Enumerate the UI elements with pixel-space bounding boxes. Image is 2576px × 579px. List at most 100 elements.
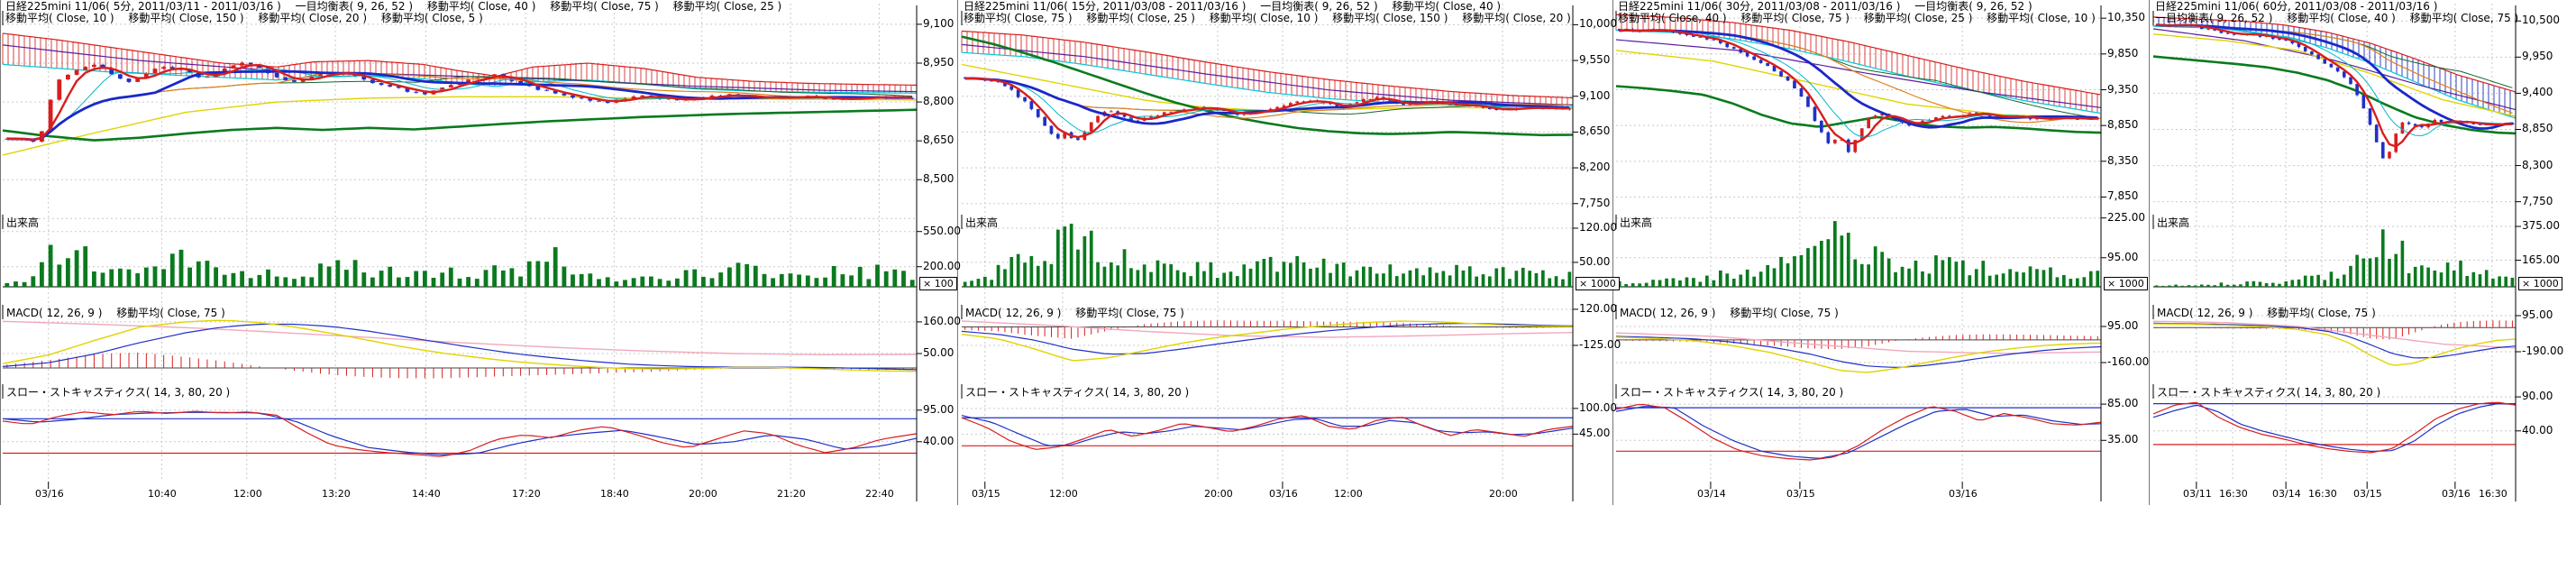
volume-bar <box>580 274 584 287</box>
volume-bar <box>1030 256 1034 287</box>
volume-bar <box>1063 226 1066 287</box>
volume-bar <box>1901 267 1905 287</box>
chart-panel-30min[interactable]: 日経225mini 11/06( 30分, 2011/03/08 - 2011/… <box>1612 0 2150 505</box>
volume-bar <box>2035 269 2039 287</box>
chart-panel-15min[interactable]: 日経225mini 11/06( 15分, 2011/03/08 - 2011/… <box>957 0 1613 505</box>
candle-body <box>1759 60 1763 63</box>
volume-bar <box>397 278 401 287</box>
volume-bar <box>1793 256 1796 287</box>
volume-bar <box>2465 276 2469 287</box>
volume-bar <box>118 269 123 287</box>
volume-bar <box>1315 268 1319 287</box>
candle-body <box>1793 80 1796 88</box>
volume-bar <box>1494 269 1498 288</box>
candle-body <box>379 83 384 85</box>
volume-bar <box>1672 279 1676 288</box>
candle-body <box>1746 52 1749 56</box>
chart-canvas[interactable] <box>1 0 958 505</box>
volume-bar <box>658 279 662 287</box>
macd-axis-label: -160.00 <box>2107 356 2149 367</box>
volume-bar <box>14 281 18 287</box>
volume-bar <box>2291 280 2295 287</box>
volume-bar <box>57 264 61 287</box>
volume-bar <box>2310 276 2314 287</box>
volume-bar <box>1948 257 1951 287</box>
volume-bar <box>597 279 601 287</box>
volume-bar <box>1521 268 1525 287</box>
price-axis-label: 8,500 <box>923 173 954 184</box>
volume-bar <box>2029 266 2032 287</box>
volume-bar <box>544 262 549 287</box>
candle-body <box>2349 78 2352 85</box>
volume-bar <box>501 271 506 287</box>
stoch-axis-label: 85.00 <box>2107 398 2138 409</box>
time-axis-label: 16:30 <box>2308 488 2337 500</box>
stoch-percent-k-line <box>3 411 917 456</box>
chart-canvas[interactable] <box>958 0 1613 505</box>
volume-bar <box>1096 262 1100 287</box>
volume-bar <box>1322 259 1326 287</box>
candle-body <box>388 85 392 87</box>
volume-bar <box>1535 273 1539 287</box>
volume-bar <box>2168 286 2171 288</box>
chart-panel-5min[interactable]: 日経225mini 11/06( 5分, 2011/03/11 - 2011/0… <box>0 0 958 505</box>
volume-bar <box>1806 248 1810 287</box>
volume-bar <box>1685 278 1689 288</box>
moving-average-75 <box>1620 30 2098 117</box>
volume-bar <box>2188 285 2191 287</box>
stoch-axis-label: 40.00 <box>2522 425 2553 436</box>
moving-average-5 <box>1620 30 2098 143</box>
stoch-axis-label: 90.00 <box>2522 391 2553 401</box>
candle-body <box>66 75 70 79</box>
volume-bar <box>1050 264 1054 287</box>
volume-bar <box>23 282 27 287</box>
volume-bar <box>101 272 105 287</box>
volume-bar <box>1847 233 1850 287</box>
candle-body <box>92 65 96 67</box>
volume-bar <box>1462 271 1466 287</box>
volume-bar <box>1382 273 1385 287</box>
volume-bar <box>1070 224 1073 287</box>
volume-axis-label: 95.00 <box>2107 252 2138 262</box>
chart-canvas[interactable] <box>2150 0 2576 505</box>
volume-section-label: 出来高 <box>2157 217 2189 229</box>
volume-bar <box>2076 279 2079 288</box>
volume-bar <box>1402 273 1405 287</box>
price-axis-label: 9,350 <box>2107 84 2138 95</box>
volume-bar <box>1210 262 1213 287</box>
volume-bar <box>744 264 749 287</box>
candle-body <box>1867 118 1870 129</box>
chart-canvas[interactable] <box>1613 0 2150 505</box>
volume-bar <box>2440 272 2444 287</box>
volume-bar <box>1981 261 1985 287</box>
price-axis-label: 10,350 <box>2107 12 2145 23</box>
volume-bar <box>1103 267 1107 287</box>
volume-bar <box>606 277 610 287</box>
candle-body <box>1295 102 1299 104</box>
chart-panel-60min[interactable]: 日経225mini 11/06( 60分, 2011/03/08 - 2011/… <box>2149 0 2576 505</box>
volume-bar <box>2343 275 2346 288</box>
volume-bar <box>2015 271 2019 287</box>
volume-bar <box>170 253 175 287</box>
volume-bar <box>1056 230 1060 287</box>
candle-body <box>2394 133 2398 152</box>
volume-bar <box>780 274 784 287</box>
volume-bar <box>2213 285 2216 287</box>
candle-body <box>1096 116 1100 123</box>
volume-bar <box>1295 256 1299 287</box>
volume-bar <box>718 272 723 287</box>
volume-bar <box>1995 275 1998 287</box>
volume-bar <box>1023 262 1027 287</box>
volume-bar <box>1356 271 1359 287</box>
volume-bar <box>2206 285 2210 287</box>
candle-body <box>1090 123 1093 132</box>
volume-bar <box>1123 249 1127 287</box>
time-axis-label: 03/14 <box>2272 488 2301 500</box>
volume-bar <box>2008 269 2012 287</box>
volume-bar <box>2200 285 2204 288</box>
volume-bar <box>1800 255 1804 287</box>
volume-bar <box>1713 280 1716 287</box>
moving-average-25 <box>1620 30 2098 127</box>
candle-body <box>1833 140 1837 143</box>
price-axis-label: 8,850 <box>2107 119 2138 130</box>
